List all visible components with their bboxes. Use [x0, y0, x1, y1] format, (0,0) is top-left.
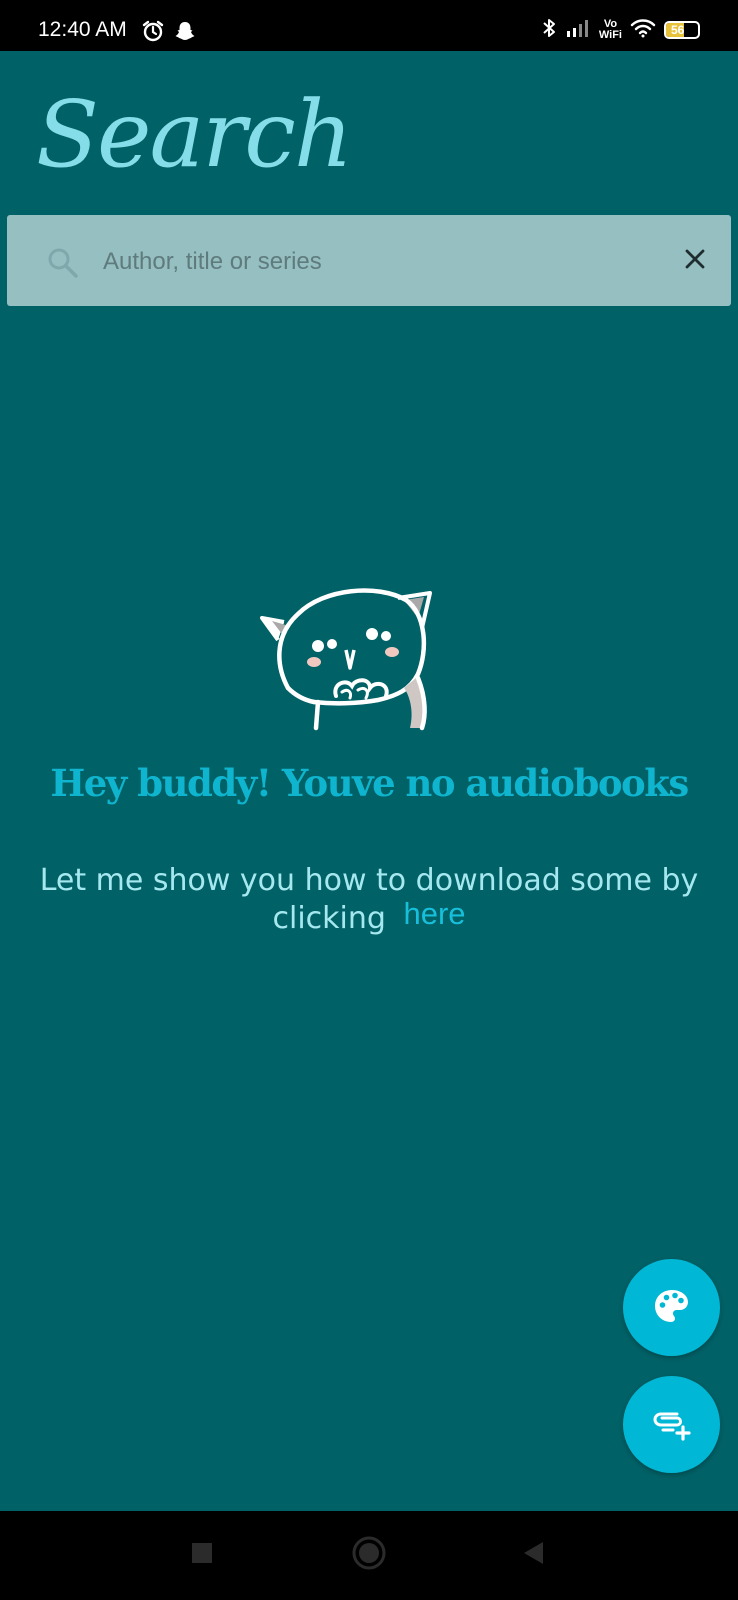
search-icon [45, 245, 81, 281]
back-icon [521, 1540, 547, 1570]
clear-search-button[interactable] [677, 243, 713, 279]
add-audiobook-icon [651, 1402, 693, 1448]
vowifi-icon: Vo WiFi [599, 19, 622, 41]
empty-state-heading: Hey buddy! Youve no audiobooks [50, 761, 689, 805]
status-right-icons: Vo WiFi 56 [541, 17, 700, 43]
palette-icon [652, 1286, 692, 1330]
vowifi-line2: WiFi [598, 29, 622, 41]
battery-level: 56 [671, 23, 685, 37]
bluetooth-icon [541, 17, 557, 43]
add-audiobook-button[interactable] [623, 1376, 720, 1473]
cat-illustration [258, 578, 438, 734]
battery-icon: 56 [664, 21, 700, 39]
signal-icon [565, 18, 591, 42]
search-input[interactable] [103, 237, 643, 287]
home-button[interactable] [347, 1533, 391, 1577]
status-bar: 12:40 AM Vo WiFi 56 [0, 0, 738, 51]
empty-state-message-text: Let me show you how to download some by … [39, 863, 699, 936]
recents-icon [190, 1541, 214, 1569]
status-time: 12:40 AM [38, 18, 127, 41]
navigation-bar [0, 1511, 738, 1600]
alarm-icon [142, 20, 164, 46]
close-icon [683, 247, 707, 275]
page-title: Search [36, 81, 353, 188]
wifi-icon [630, 18, 656, 42]
status-left-icons [142, 20, 196, 46]
back-button[interactable] [512, 1533, 556, 1577]
empty-state-message: Let me show you how to download some by … [14, 862, 724, 937]
search-bar[interactable] [7, 215, 731, 306]
recents-button[interactable] [180, 1533, 224, 1577]
home-icon [351, 1535, 387, 1575]
download-help-link[interactable]: here [403, 896, 465, 931]
theme-button[interactable] [623, 1259, 720, 1356]
snapchat-icon [174, 20, 196, 46]
